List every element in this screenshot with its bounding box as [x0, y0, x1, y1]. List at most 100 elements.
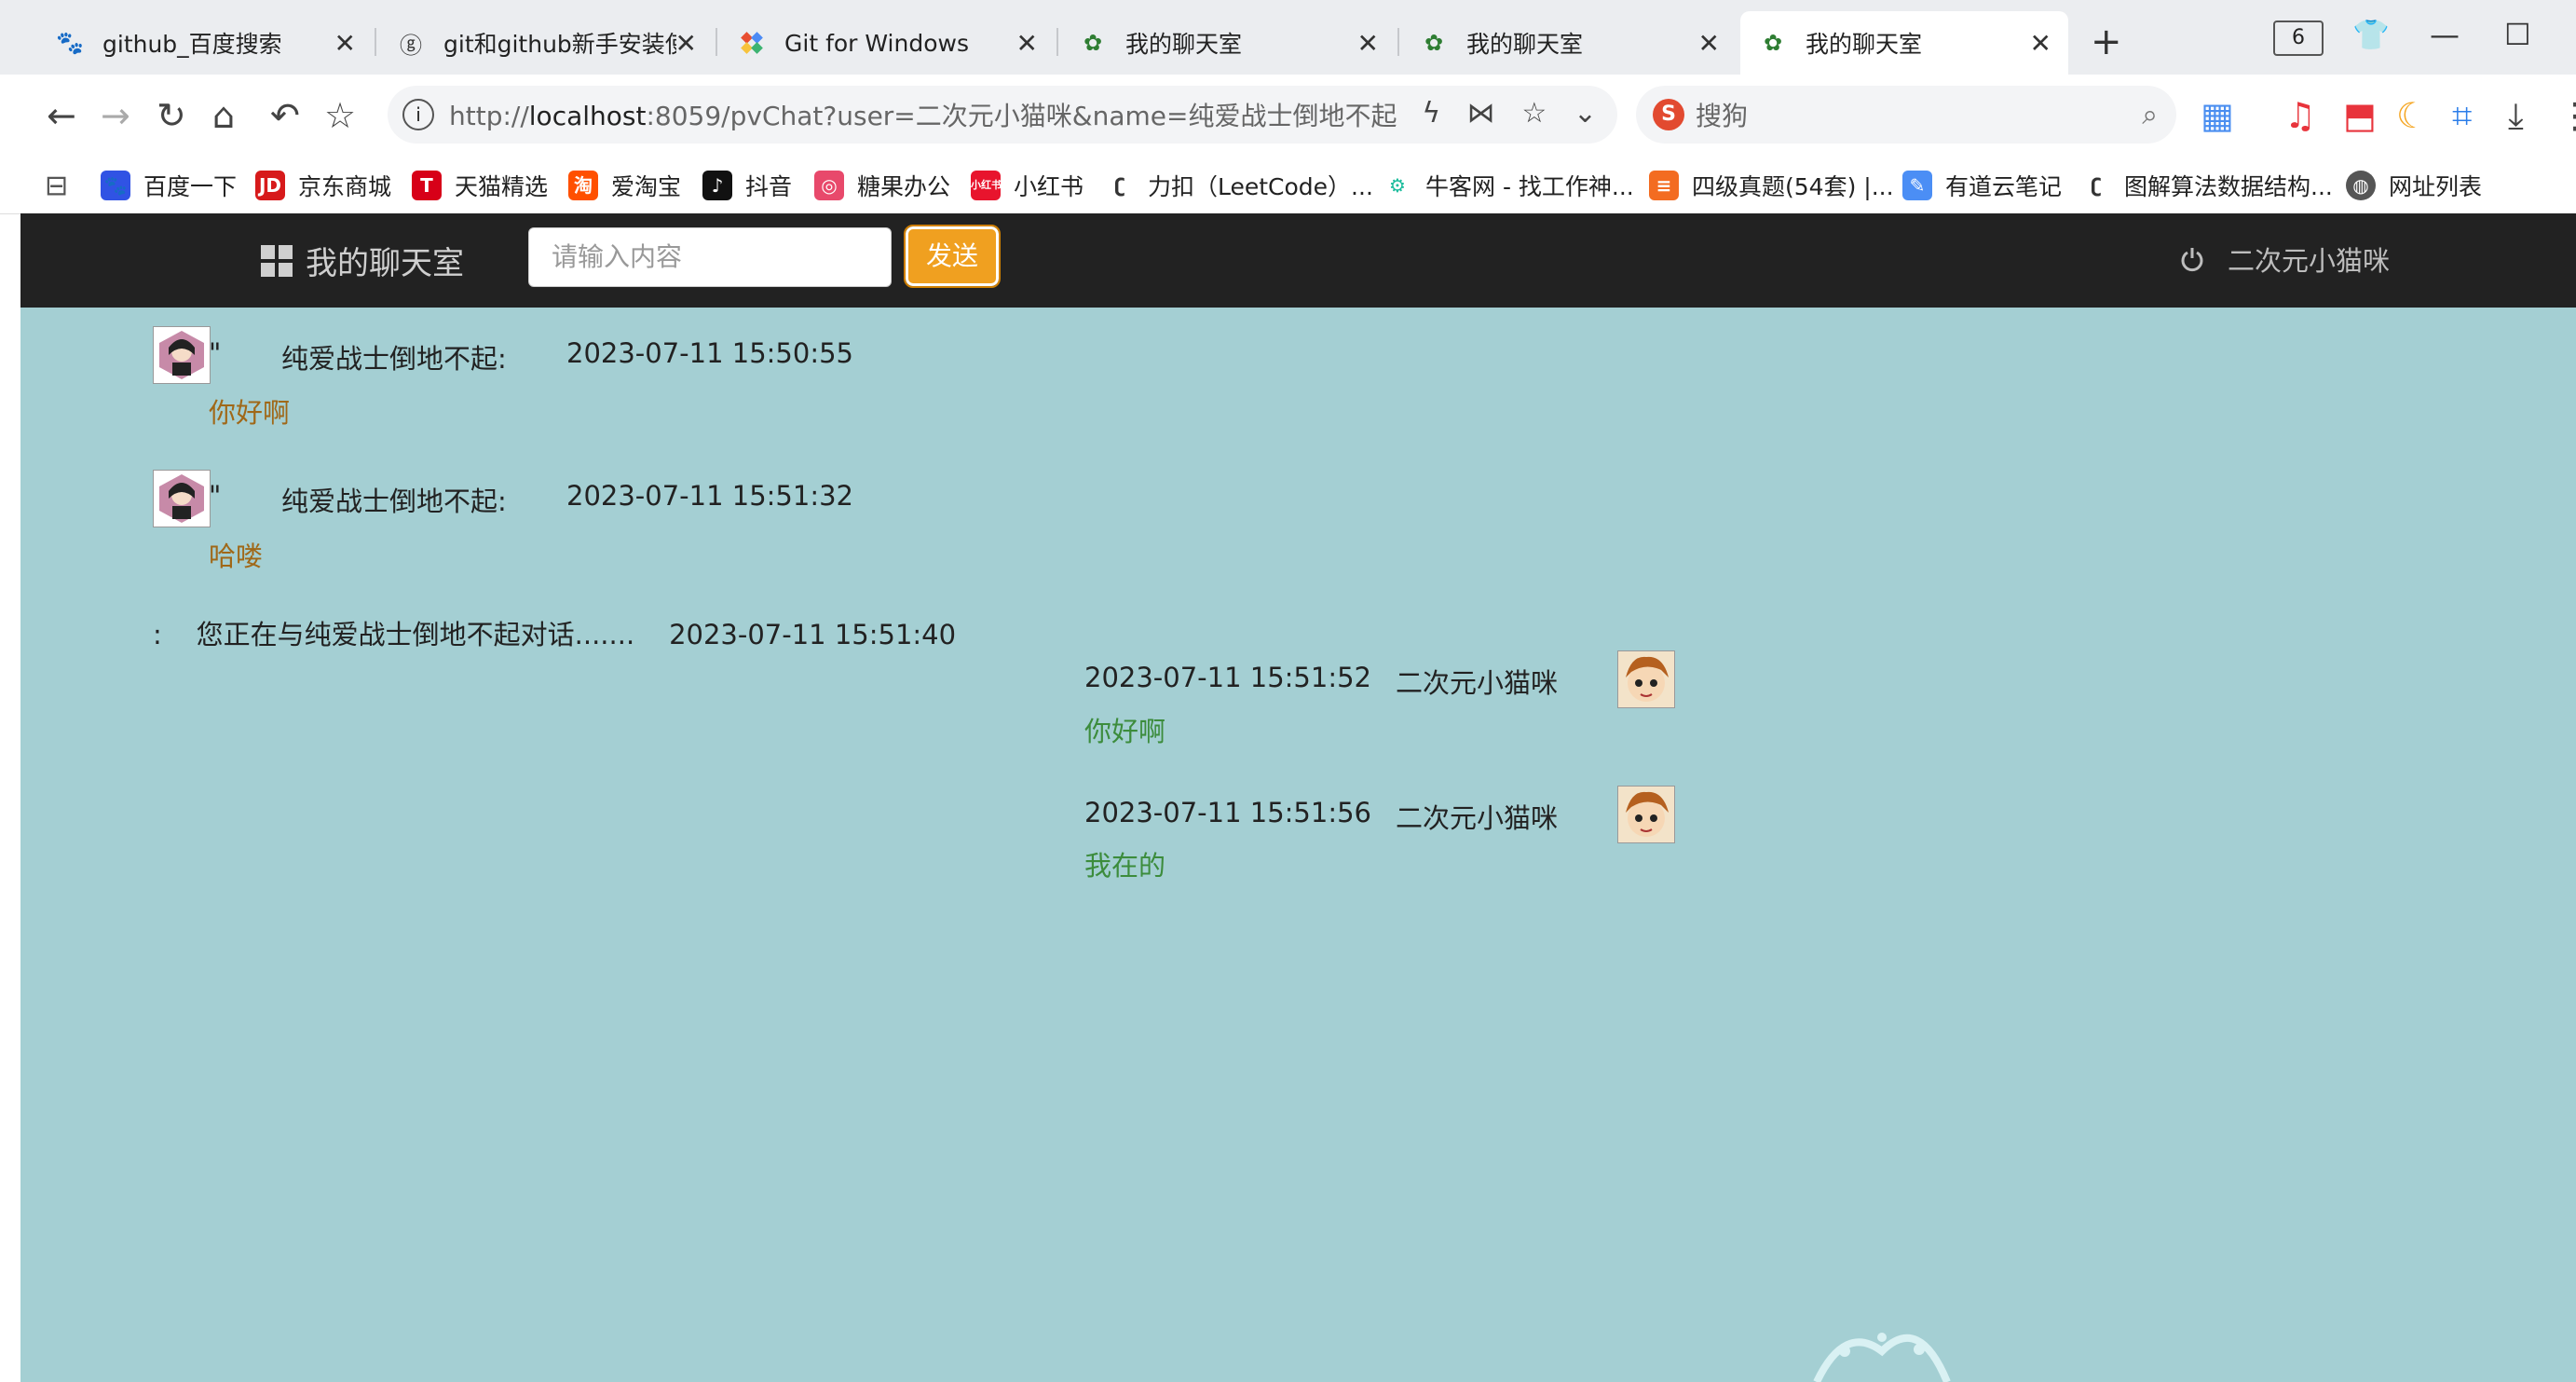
send-button[interactable]: 发送 — [904, 225, 1001, 288]
bookmark-label: 天猫精选 — [455, 173, 549, 200]
sidebar-toggle-icon[interactable]: ⊟ — [45, 164, 68, 207]
youdao-note-icon: ✎ — [1902, 171, 1932, 200]
address-bar[interactable]: i http://localhost:8059/pvChat?user=二次元小… — [388, 86, 1617, 144]
chat-room-icon: ✿ — [1424, 30, 1444, 56]
bookmark-nowcoder[interactable]: ⚙ 牛客网 - 找工作神... — [1383, 164, 1634, 207]
tmall-icon: T — [412, 171, 442, 200]
music-icon[interactable]: ♫ — [2284, 95, 2316, 136]
system-text: 您正在与纯爱战士倒地不起对话....... — [196, 619, 635, 650]
back-button[interactable]: ← — [47, 95, 76, 136]
app-header: 我的聊天室 请输入内容 发送 二次元小猫咪 — [20, 213, 2576, 308]
search-engine-label: 搜狗 — [1696, 101, 1749, 131]
message-sender: 纯爱战士倒地不起: — [281, 486, 507, 517]
message-time: 2023-07-11 15:50:55 — [566, 337, 853, 369]
message-time: 2023-07-11 15:51:56 — [1084, 797, 1371, 828]
skin-icon[interactable]: 👕 — [2352, 17, 2390, 52]
bookmark-xiaohongshu[interactable]: 小红书 小红书 — [971, 164, 1084, 207]
close-icon[interactable]: ✕ — [1698, 28, 1720, 59]
url-path: :8059/pvChat?user=二次元小猫咪&name=纯爱战士倒地不起 — [646, 101, 1397, 131]
tab-label: 我的聊天室 — [1806, 31, 1923, 58]
git-icon: ⓖ — [400, 32, 422, 59]
bookmark-jd[interactable]: JD 京东商城 — [255, 164, 391, 207]
chat-room-icon: ✿ — [1083, 30, 1103, 56]
bookmark-label: 京东商城 — [298, 173, 392, 200]
new-tab-button[interactable]: + — [2091, 21, 2122, 63]
address-actions: ϟ ⋈ ☆ ⌄ — [1422, 97, 1597, 130]
apps-grid-icon[interactable]: ▦ — [2201, 95, 2234, 136]
chat-room-icon: ✿ — [1763, 30, 1783, 56]
bookmark-tangguo[interactable]: ◎ 糖果办公 — [814, 164, 950, 207]
bookmark-douyin[interactable]: ♪ 抖音 — [702, 164, 792, 207]
bookmark-aitaobao[interactable]: 淘爱淘宝 — [568, 164, 681, 207]
tangguo-icon: ◎ — [814, 171, 844, 200]
tab-label: 我的聊天室 — [1125, 31, 1243, 58]
sogou-logo-icon: S — [1653, 99, 1684, 130]
message-sender: 二次元小猫咪 — [1396, 667, 1559, 699]
menu-icon[interactable]: ⋮ — [2557, 95, 2576, 136]
address-url[interactable]: http://localhost:8059/pvChat?user=二次元小猫咪… — [449, 96, 1397, 133]
bookmark-star-button[interactable]: ☆ — [324, 95, 356, 136]
leetcode-icon: ʗ — [1105, 171, 1135, 200]
tab-git-for-windows[interactable]: Git for Windows ✕ — [719, 11, 1055, 75]
home-button[interactable]: ⌂ — [212, 95, 235, 136]
moon-icon[interactable]: ☾ — [2396, 95, 2428, 136]
pdf-icon[interactable]: ⬒ — [2343, 95, 2377, 136]
favorite-icon[interactable]: ☆ — [1521, 97, 1547, 130]
tab-chat-room-1[interactable]: ✿ 我的聊天室 ✕ — [1060, 11, 1396, 75]
maximize-button[interactable]: ☐ — [2504, 17, 2531, 52]
avatar — [153, 470, 211, 527]
message-input[interactable]: 请输入内容 — [528, 227, 892, 287]
close-icon[interactable]: ✕ — [675, 28, 697, 59]
bookmark-url-list[interactable]: ◍ 网址列表 — [2346, 164, 2482, 207]
bookmark-youdao[interactable]: ✎ 有道云笔记 — [1902, 164, 2062, 207]
system-message: : 您正在与纯爱战士倒地不起对话....... 2023-07-11 15:51… — [153, 613, 956, 652]
message-time: 2023-07-11 15:51:32 — [566, 480, 853, 512]
baidu-paw-icon: 🐾 — [56, 30, 84, 56]
site-info-icon[interactable]: i — [402, 99, 434, 130]
search-box[interactable]: S 搜狗 ⌕ — [1636, 86, 2176, 144]
minimize-button[interactable]: — — [2430, 17, 2460, 52]
bookmark-label: 百度一下 — [143, 173, 238, 200]
browser-chrome: 🐾 github_百度搜索 ✕ ⓖ git和github新手安装使 ✕ Git … — [0, 0, 2576, 214]
crop-icon[interactable]: ⌗ — [2452, 95, 2472, 137]
forward-button[interactable]: → — [101, 95, 130, 136]
bookmark-baidu[interactable]: 🐾 百度一下 — [101, 164, 237, 207]
current-user[interactable]: 二次元小猫咪 — [2179, 239, 2390, 279]
tab-github-baidu[interactable]: 🐾 github_百度搜索 ✕ — [37, 11, 373, 75]
current-user-name: 二次元小猫咪 — [2227, 245, 2390, 277]
close-icon[interactable]: ✕ — [334, 28, 356, 59]
tab-separator — [716, 28, 717, 56]
lightning-icon[interactable]: ϟ — [1422, 97, 1440, 130]
tab-separator — [375, 28, 376, 56]
share-icon[interactable]: ⋈ — [1467, 97, 1495, 130]
git-diamond-icon — [738, 29, 766, 57]
close-icon[interactable]: ✕ — [1016, 28, 1038, 59]
url-host: localhost — [528, 101, 647, 131]
tab-git-github[interactable]: ⓖ git和github新手安装使 ✕ — [378, 11, 714, 75]
background-splash-decoration — [1813, 1333, 1951, 1382]
bookmark-label: 糖果办公 — [857, 173, 951, 200]
download-icon[interactable]: ⤓ — [2508, 95, 2524, 137]
bookmark-algorithm[interactable]: ʗ 图解算法数据结构... — [2081, 164, 2333, 207]
search-icon[interactable]: ⌕ — [2142, 99, 2158, 131]
tab-chat-room-active[interactable]: ✿ 我的聊天室 ✕ — [1740, 11, 2068, 75]
reload-button[interactable]: ↻ — [157, 95, 186, 136]
tab-separator — [1397, 28, 1399, 56]
undo-close-button[interactable]: ↶ — [270, 95, 300, 136]
globe-icon: ◍ — [2346, 171, 2376, 200]
bookmark-label: 牛客网 - 找工作神... — [1425, 173, 1634, 200]
tab-count-badge[interactable]: 6 — [2273, 21, 2324, 56]
tab-chat-room-2[interactable]: ✿ 我的聊天室 ✕ — [1401, 11, 1737, 75]
taobao-icon: 淘 — [568, 171, 598, 200]
bookmark-tmall[interactable]: T 天猫精选 — [412, 164, 548, 207]
close-icon[interactable]: ✕ — [1357, 28, 1379, 59]
grid-icon — [261, 244, 293, 277]
chevron-down-icon[interactable]: ⌄ — [1574, 97, 1597, 130]
bookmark-cet4[interactable]: ≡ 四级真题(54套) |... — [1649, 164, 1894, 207]
close-icon[interactable]: ✕ — [2030, 28, 2051, 59]
system-prefix: : — [153, 619, 162, 650]
tab-label: github_百度搜索 — [102, 31, 282, 58]
message-content: 你好啊 — [1084, 716, 1166, 747]
brand[interactable]: 我的聊天室 — [261, 238, 464, 283]
bookmark-leetcode[interactable]: ʗ 力扣（LeetCode）... — [1105, 164, 1373, 207]
